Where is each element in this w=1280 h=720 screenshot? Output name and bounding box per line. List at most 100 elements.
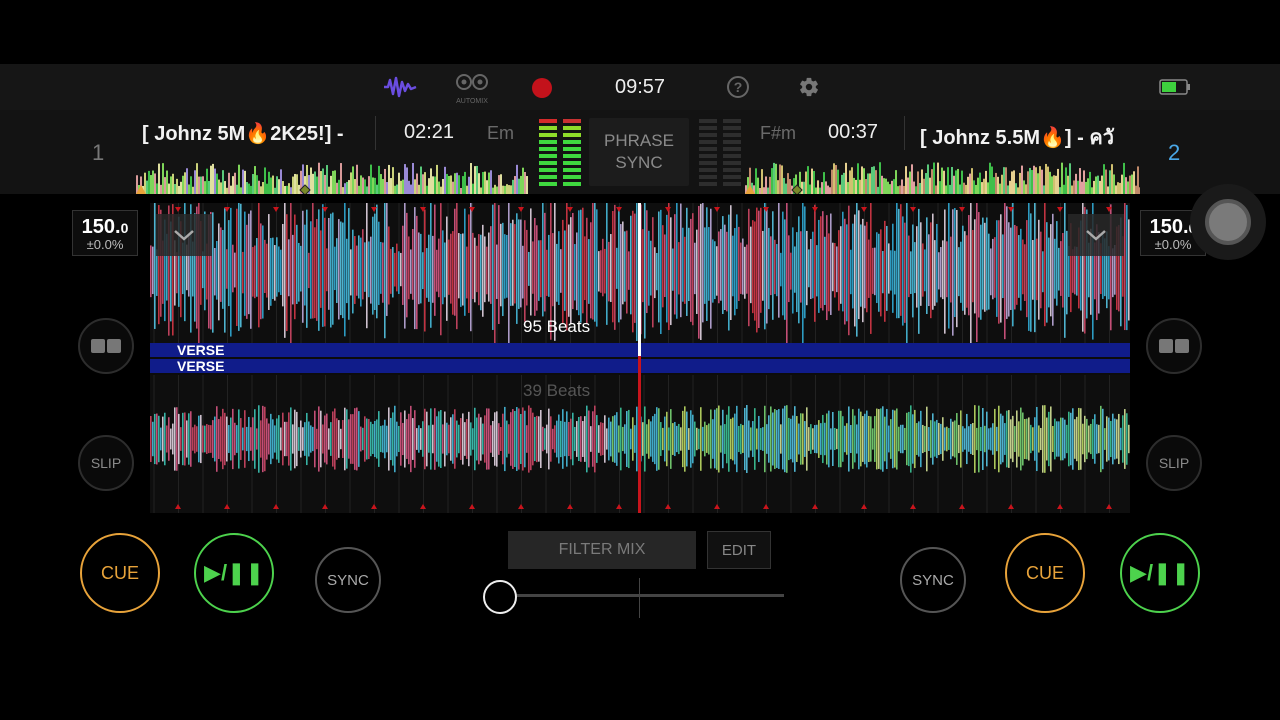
battery-icon <box>1159 79 1191 95</box>
deck2-wave-bar <box>1004 423 1006 455</box>
deck1-wave-bar <box>700 203 702 340</box>
deck1-wave-bar <box>750 226 752 304</box>
assistive-touch-button[interactable] <box>1190 184 1266 260</box>
overview-bar <box>1035 167 1037 194</box>
overview-bar <box>380 174 382 194</box>
deck2-overview-waveform[interactable] <box>745 156 1140 194</box>
deck2-wave-bar <box>234 422 236 456</box>
overview-bar <box>897 186 899 194</box>
deck1-wave-bar <box>702 203 704 323</box>
deck2-expand-button[interactable] <box>1068 214 1124 256</box>
deck2-wave-bar <box>500 427 502 451</box>
overview-bar <box>456 172 458 194</box>
gear-icon[interactable] <box>797 75 821 99</box>
record-button[interactable] <box>532 78 552 98</box>
filter-mix-button[interactable]: FILTER MIX <box>508 531 696 569</box>
deck2-wave-bar <box>542 426 544 452</box>
deck1-wave-bar <box>534 218 536 316</box>
deck2-wave-bar <box>596 415 598 463</box>
overview-bar <box>985 170 987 194</box>
overview-bar <box>987 182 989 194</box>
deck1-wave-bar <box>970 203 972 344</box>
deck1-wave-bar <box>820 216 822 309</box>
waveform-icon[interactable] <box>382 75 418 99</box>
deck1-wave-bar <box>912 224 914 318</box>
deck1-bpm-display[interactable]: 150.0 ±0.0% <box>72 210 138 256</box>
overview-bar <box>1077 180 1079 194</box>
overview-bar <box>951 166 953 194</box>
deck1-wave-bar <box>816 245 818 297</box>
overview-bar <box>212 163 214 194</box>
deck1-cue-button[interactable]: CUE <box>80 533 160 613</box>
deck1-wave-bar <box>320 230 322 308</box>
deck1-wave-bar <box>1032 240 1034 300</box>
deck1-wave-bar <box>270 238 272 306</box>
deck2-cue-button[interactable]: CUE <box>1005 533 1085 613</box>
deck1-wave-bar <box>232 244 234 293</box>
deck1-expand-button[interactable] <box>156 214 212 256</box>
phrase-sync-button[interactable]: PHRASE SYNC <box>589 118 689 186</box>
deck2-playhead <box>638 356 641 513</box>
deck2-play-pause-button[interactable]: ▶/❚❚ <box>1120 533 1200 613</box>
deck1-wave-bar <box>800 231 802 303</box>
deck1-slip-button[interactable]: SLIP <box>78 435 134 491</box>
deck2-sync-button[interactable]: SYNC <box>900 547 966 613</box>
deck2-wave-bar <box>704 421 706 457</box>
overview-bar <box>526 176 528 194</box>
deck2-wave-bar <box>170 428 172 450</box>
overview-bar <box>769 176 771 194</box>
deck2-wave-bar <box>322 424 324 454</box>
deck1-sync-button[interactable]: SYNC <box>315 547 381 613</box>
overview-bar <box>815 187 817 194</box>
automix-button[interactable]: AUTOMIX <box>452 72 492 105</box>
deck2-wave-bar <box>804 421 806 457</box>
overview-bar <box>520 175 522 194</box>
deck1-overview-waveform[interactable] <box>136 156 528 194</box>
meter-segment <box>699 175 717 179</box>
overview-bar <box>1033 165 1035 194</box>
deck1-wave-bar <box>274 245 276 301</box>
deck1-wave-bar <box>570 217 572 324</box>
edit-button[interactable]: EDIT <box>707 531 771 569</box>
deck2-wave-bar <box>216 406 218 472</box>
deck2-wave-bar <box>496 411 498 467</box>
deck1-wave-bar <box>738 226 740 301</box>
overview-bar <box>326 165 328 194</box>
deck2-track-title[interactable]: [ Johnz 5.5M🔥] - ควั <box>920 121 1138 153</box>
deck2-wave-bar <box>258 405 260 473</box>
deck2-wave-bar <box>758 415 760 463</box>
deck2-wave-bar <box>584 416 586 462</box>
overview-bar <box>366 186 368 194</box>
crossfader-track[interactable] <box>500 594 784 597</box>
deck1-wave-bar <box>340 221 342 316</box>
deck2-wave-bar <box>838 410 840 468</box>
deck1-play-pause-button[interactable]: ▶/❚❚ <box>194 533 274 613</box>
overview-bar <box>486 180 488 194</box>
deck1-wave-bar <box>430 203 432 328</box>
overview-bar <box>935 185 937 194</box>
deck1-wave-bar <box>512 219 514 306</box>
deck2-view-toggle-button[interactable] <box>1146 318 1202 374</box>
overview-bar <box>506 184 508 194</box>
deck1-wave-bar <box>592 203 594 320</box>
crossfader-knob[interactable] <box>483 580 517 614</box>
deck1-wave-bar <box>746 244 748 294</box>
deck2-wave-bar <box>1084 415 1086 463</box>
deck2-wave-bar <box>432 424 434 454</box>
deck1-view-toggle-button[interactable] <box>78 318 134 374</box>
help-icon[interactable]: ? <box>727 76 749 98</box>
deck2-wave-bar <box>864 413 866 465</box>
overview-bar <box>805 171 807 194</box>
deck1-wave-bar <box>652 217 654 328</box>
deck2-wave-bar <box>792 415 794 463</box>
deck2-wave-bar <box>632 417 634 461</box>
overview-bar <box>352 166 354 194</box>
deck2-wave-bar <box>396 421 398 457</box>
deck2-slip-button[interactable]: SLIP <box>1146 435 1202 491</box>
overview-bar <box>999 183 1001 194</box>
deck1-wave-bar <box>602 238 604 297</box>
overview-bar <box>789 179 791 194</box>
deck1-track-title[interactable]: [ Johnz 5M🔥2K25!] - <box>142 121 360 146</box>
deck1-wave-bar <box>896 203 898 319</box>
deck1-wave-bar <box>456 203 458 330</box>
